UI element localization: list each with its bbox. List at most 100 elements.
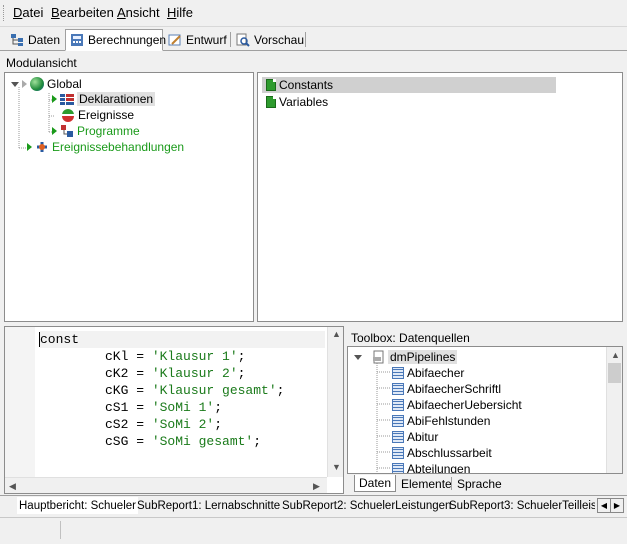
programs-icon [60,124,74,138]
table-icon [392,399,404,411]
scroll-left-arrow-icon[interactable]: ◀ [9,481,16,492]
expanded-arrow-icon[interactable] [354,354,362,360]
menu-bar: Datei Bearbeiten Ansicht Hilfe [0,0,627,27]
scroll-down-arrow-icon[interactable]: ▼ [332,462,341,472]
code-line: cS1 = 'SoMi 1'; [105,400,223,415]
document-icon [266,96,276,108]
menu-hilfe[interactable]: Hilfe [167,5,193,20]
tree-label-ereignisbehandlungen: Ereignissebehandlungen [52,140,185,154]
tab-entwurf[interactable]: Entwurf [164,30,231,49]
constants-list-panel: Constants Variables [257,72,623,322]
report-tab-subreport3[interactable]: SubReport3: SchuelerTeilleistu [449,497,595,514]
code-keyword-const: const [40,332,80,347]
toolbox-root-label: dmPipelines [388,350,458,364]
code-editor[interactable]: const cKl = 'Klausur 1'; cK2 = 'Klausur … [4,326,344,494]
tree-item-ereignisse[interactable]: Ereignisse [61,108,134,122]
expand-arrow-icon[interactable] [52,127,57,135]
expanded-arrow-icon[interactable] [11,81,19,87]
toolbox-root-dmpipelines[interactable]: dmPipelines [354,350,458,364]
menu-datei[interactable]: Datei [13,5,43,20]
toolbox-item[interactable]: Abteilungen [392,462,471,474]
design-pencil-icon [168,33,182,47]
code-line: cKG = 'Klausur gesamt'; [105,383,285,398]
report-tab-hauptbericht[interactable]: Hauptbericht: Schueler [17,497,138,514]
tree-label-deklarationen: Deklarationen [77,92,156,106]
toolbox-item[interactable]: AbifaecherUebersicht [392,398,522,412]
toolbox-tree-panel: dmPipelines Abifaecher AbifaecherSchrift… [347,346,623,474]
tree-item-programme[interactable]: Programme [52,124,140,138]
tab-entwurf-label: Entwurf [186,32,227,47]
scroll-up-arrow-icon[interactable]: ▲ [611,350,620,360]
expand-arrow-icon[interactable] [27,143,32,151]
toolbox-item-label: Abitur [407,430,439,444]
editor-vertical-scrollbar[interactable]: ▲ ▼ [327,327,343,477]
code-line: cK2 = 'Klausur 2'; [105,366,246,381]
list-item-constants[interactable]: Constants [266,78,333,92]
toolbox-item[interactable]: AbifaecherSchriftl [392,382,501,396]
status-bar-divider [60,521,61,539]
tab-berechnungen-label: Berechnungen [88,33,167,47]
toolbox-title: Toolbox: Datenquellen [351,331,470,345]
table-icon [392,367,404,379]
toolbox-item-label: AbifaecherSchriftl [407,382,502,396]
tab-daten[interactable]: Daten [6,30,64,49]
toolbox-vertical-scrollbar[interactable]: ▲ [606,347,622,473]
tab-scroll-right-icon[interactable]: ▶ [610,498,624,513]
menu-bearbeiten[interactable]: Bearbeiten [51,5,114,20]
table-icon [392,415,404,427]
tab-daten-label: Daten [28,32,61,47]
current-line-highlight [40,331,325,348]
status-bar [0,517,627,544]
event-handlers-icon [35,140,49,154]
list-item-label: Constants [279,78,334,92]
tab-berechnungen[interactable]: Berechnungen [65,29,167,51]
scrollbar-thumb[interactable] [608,363,621,383]
report-tab-subreport1[interactable]: SubReport1: Lernabschnitte [137,497,280,514]
list-item-variables[interactable]: Variables [266,95,328,109]
tree-item-ereignisbehandlungen[interactable]: Ereignissebehandlungen [27,140,184,154]
toolbox-tab-daten[interactable]: Daten [354,475,397,492]
module-view-title: Modulansicht [6,56,77,70]
tab-separator [451,477,452,490]
tab-vorschau-label: Vorschau [254,32,305,47]
toolbox-item-label: AbifaecherUebersicht [407,398,522,412]
toolbox-item-label: Abteilungen [407,462,471,474]
toolbox-item[interactable]: Abschlussarbeit [392,446,492,460]
menu-ansicht[interactable]: Ansicht [117,5,160,20]
table-icon [392,463,404,473]
database-icon [371,350,385,364]
code-line: cSG = 'SoMi gesamt'; [105,434,262,449]
menu-grip [3,5,7,21]
tab-separator [305,32,306,47]
tree-label-ereignisse: Ereignisse [78,108,135,122]
toolbox-item[interactable]: Abitur [392,430,438,444]
tree-item-global[interactable]: Global [11,77,82,91]
collapse-marker-icon [22,80,27,88]
tab-vorschau[interactable]: Vorschau [232,30,308,49]
document-icon [266,79,276,91]
tree-item-deklarationen[interactable]: Deklarationen [52,92,156,106]
toolbox-item[interactable]: Abifaecher [392,366,464,380]
toolbox-item-label: Abifaecher [407,366,465,380]
tab-scroll-left-icon[interactable]: ◀ [597,498,611,513]
report-tab-subreport2[interactable]: SubReport2: SchuelerLeistungen [282,497,451,514]
scroll-right-arrow-icon[interactable]: ▶ [313,481,320,492]
preview-magnifier-icon [236,33,250,47]
toolbox-tab-elemente[interactable]: Elemente [397,475,456,492]
editor-horizontal-scrollbar[interactable]: ◀ ▶ [5,477,327,493]
toolbox-item-label: Abschlussarbeit [407,446,492,460]
table-icon [392,383,404,395]
expand-arrow-icon[interactable] [52,95,57,103]
toolbox-item[interactable]: AbiFehlstunden [392,414,490,428]
tree-label-global: Global [47,77,82,91]
calculator-icon [70,33,84,47]
globe-icon [30,77,44,91]
scroll-up-arrow-icon[interactable]: ▲ [332,329,341,339]
module-tree-panel: Global Deklarationen Ereignisse Programm… [4,72,254,322]
table-icon [392,447,404,459]
toolbox-tab-sprache[interactable]: Sprache [453,475,506,492]
tree-label-programme: Programme [77,124,140,138]
main-tab-strip: Daten Berechnungen Entwurf Vorschau [0,28,627,51]
code-line: cKl = 'Klausur 1'; [105,349,246,364]
events-icon [61,108,75,122]
